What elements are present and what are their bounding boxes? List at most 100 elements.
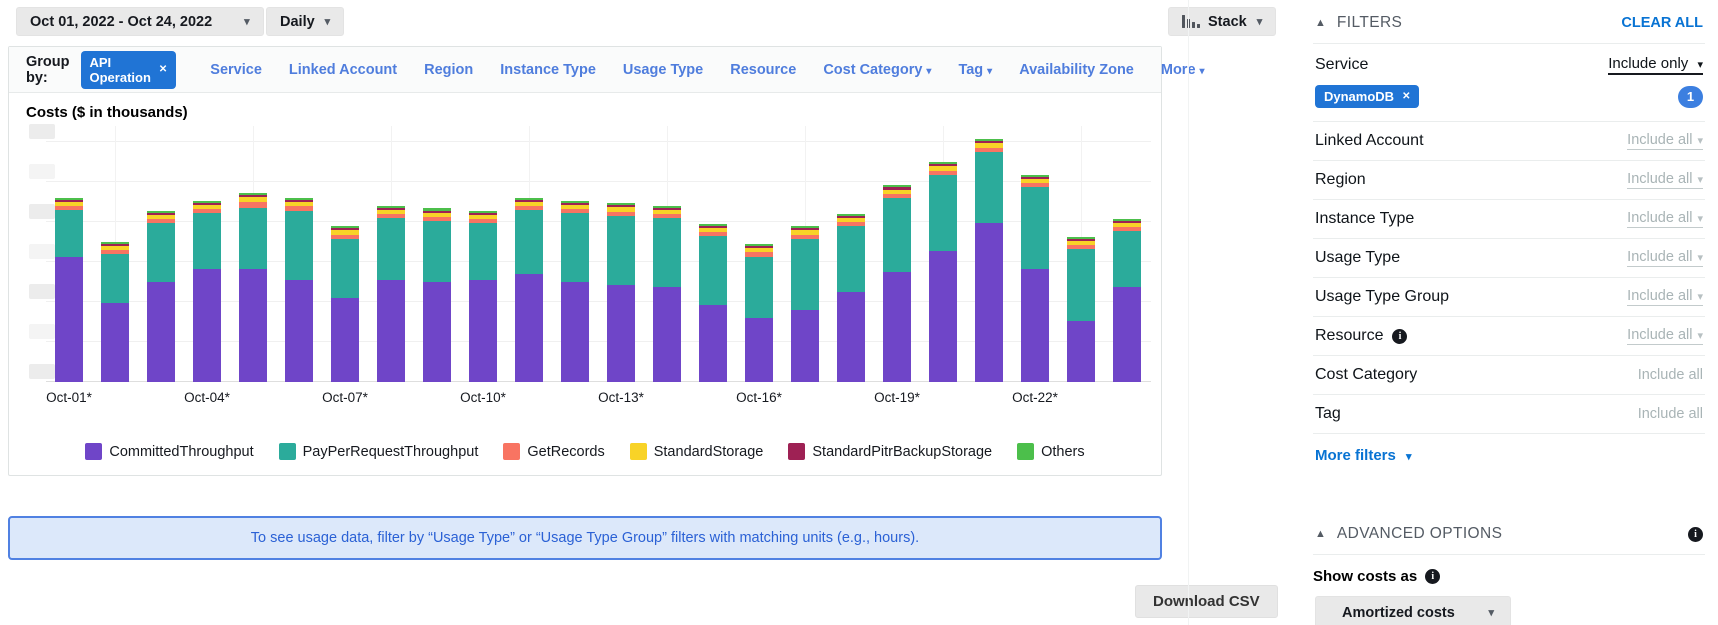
bar-oct-20[interactable] — [929, 162, 957, 382]
filter-row-instance-type: Instance TypeInclude all▾ — [1313, 200, 1705, 239]
bar-segment-payperrequestthroughput — [653, 218, 681, 287]
bar-segment-payperrequestthroughput — [147, 223, 175, 282]
granularity-button[interactable]: Daily ▾ — [266, 7, 344, 36]
legend-item-standardstorage[interactable]: StandardStorage — [630, 443, 764, 460]
bar-oct-24[interactable] — [1113, 219, 1141, 382]
groupby-links: Service Linked Account Region Instance Type… — [210, 62, 1204, 78]
show-costs-as-label-row: Show costs as — [1313, 568, 1705, 585]
filter-value-dropdown[interactable]: Include all▾ — [1627, 210, 1703, 228]
bar-oct-21[interactable] — [975, 139, 1003, 382]
bar-oct-03[interactable] — [147, 211, 175, 382]
bar-oct-06[interactable] — [285, 198, 313, 382]
bar-oct-10[interactable] — [469, 211, 497, 382]
more-filters-link[interactable]: More filters ▾ — [1313, 447, 1705, 464]
groupby-link-linked-account[interactable]: Linked Account — [289, 62, 397, 78]
bar-oct-23[interactable] — [1067, 237, 1095, 382]
bar-oct-08[interactable] — [377, 206, 405, 382]
y-axis-label-redacted — [29, 364, 55, 379]
filter-value-dropdown[interactable]: Include all▾ — [1627, 327, 1703, 345]
groupby-link-resource[interactable]: Resource — [730, 62, 796, 78]
groupby-link-usage-type[interactable]: Usage Type — [623, 62, 703, 78]
show-costs-as-value: Amortized costs — [1342, 605, 1455, 621]
groupby-label: Group by: — [26, 54, 70, 86]
filter-label: Linked Account — [1315, 132, 1424, 150]
bar-oct-18[interactable] — [837, 214, 865, 382]
service-include-mode-dropdown[interactable]: Include only ▾ — [1608, 55, 1703, 75]
filter-row-cost-category: Cost CategoryInclude all — [1313, 356, 1705, 395]
groupby-link-service[interactable]: Service — [210, 62, 262, 78]
show-costs-as-dropdown[interactable]: Amortized costs ▾ — [1315, 596, 1511, 625]
bar-oct-01[interactable] — [55, 198, 83, 382]
groupby-link-instance-type[interactable]: Instance Type — [500, 62, 596, 78]
bar-segment-committedthroughput — [239, 269, 267, 382]
chevron-down-icon: ▾ — [325, 15, 331, 28]
filter-label-text: Linked Account — [1315, 132, 1424, 150]
chevron-down-icon: ▾ — [1406, 451, 1412, 463]
banner-text: To see usage data, filter by “Usage Type… — [251, 530, 919, 546]
close-icon[interactable]: ✕ — [159, 64, 167, 75]
bar-segment-committedthroughput — [469, 280, 497, 382]
bar-segment-payperrequestthroughput — [515, 210, 543, 274]
filter-value-dropdown[interactable]: Include all▾ — [1627, 249, 1703, 267]
bar-oct-22[interactable] — [1021, 175, 1049, 382]
groupby-link-region[interactable]: Region — [424, 62, 473, 78]
bar-segment-committedthroughput — [331, 298, 359, 382]
bar-oct-14[interactable] — [653, 206, 681, 382]
legend-swatch — [1017, 443, 1034, 460]
legend-item-payperrequestthroughput[interactable]: PayPerRequestThroughput — [279, 443, 479, 460]
bar-segment-payperrequestthroughput — [745, 257, 773, 318]
bar-oct-09[interactable] — [423, 208, 451, 382]
bar-oct-16[interactable] — [745, 244, 773, 382]
legend-item-standardpitrbackupstorage[interactable]: StandardPitrBackupStorage — [788, 443, 992, 460]
legend-item-committedthroughput[interactable]: CommittedThroughput — [85, 443, 253, 460]
advanced-collapse-toggle[interactable]: ▲ ADVANCED OPTIONS — [1315, 525, 1502, 543]
filter-value-dropdown[interactable]: Include all▾ — [1627, 132, 1703, 150]
bar-oct-02[interactable] — [101, 242, 129, 382]
bar-oct-11[interactable] — [515, 198, 543, 382]
advanced-options-header: ▲ ADVANCED OPTIONS — [1313, 511, 1705, 555]
show-costs-as-label: Show costs as — [1313, 568, 1417, 585]
bar-segment-committedthroughput — [837, 292, 865, 382]
chevron-down-icon: ▾ — [1488, 606, 1494, 619]
bar-oct-12[interactable] — [561, 201, 589, 382]
bar-oct-04[interactable] — [193, 201, 221, 382]
legend-item-getrecords[interactable]: GetRecords — [503, 443, 604, 460]
groupby-link-cost-category[interactable]: Cost Category▾ — [823, 62, 931, 78]
service-filter-chip-dynamodb[interactable]: DynamoDB ✕ — [1315, 85, 1419, 108]
bar-segment-payperrequestthroughput — [55, 210, 83, 256]
legend-item-others[interactable]: Others — [1017, 443, 1085, 460]
bar-oct-07[interactable] — [331, 226, 359, 382]
info-icon[interactable] — [1688, 527, 1703, 542]
bar-segment-payperrequestthroughput — [699, 236, 727, 305]
y-axis-label-redacted — [29, 204, 55, 219]
groupby-link-availability-zone[interactable]: Availability Zone — [1019, 62, 1134, 78]
bar-segment-payperrequestthroughput — [883, 198, 911, 272]
filter-row-usage-type: Usage TypeInclude all▾ — [1313, 239, 1705, 278]
legend-swatch — [630, 443, 647, 460]
filter-row-linked-account: Linked Account Include all▾ — [1313, 122, 1705, 161]
download-csv-button[interactable]: Download CSV — [1135, 585, 1278, 618]
bar-oct-05[interactable] — [239, 193, 267, 382]
groupby-link-more[interactable]: More▾ — [1161, 62, 1205, 78]
chevron-down-icon: ▾ — [1697, 252, 1703, 264]
clear-all-link[interactable]: CLEAR ALL — [1621, 15, 1703, 31]
collapse-up-icon: ▲ — [1315, 528, 1326, 540]
bar-oct-15[interactable] — [699, 224, 727, 382]
close-icon[interactable]: ✕ — [1402, 91, 1410, 102]
chart-style-button[interactable]: Stack ▾ — [1168, 7, 1276, 36]
info-icon[interactable] — [1392, 329, 1407, 344]
date-range-button[interactable]: Oct 01, 2022 - Oct 24, 2022 ▾ — [16, 7, 264, 36]
bar-oct-13[interactable] — [607, 203, 635, 382]
legend-swatch — [85, 443, 102, 460]
bar-segment-committedthroughput — [745, 318, 773, 382]
bar-oct-19[interactable] — [883, 185, 911, 382]
filter-label-text: Cost Category — [1315, 366, 1417, 384]
info-icon[interactable] — [1425, 569, 1440, 584]
filter-value-dropdown[interactable]: Include all▾ — [1627, 288, 1703, 306]
groupby-link-tag[interactable]: Tag▾ — [958, 62, 992, 78]
filter-value-dropdown[interactable]: Include all▾ — [1627, 171, 1703, 189]
bar-segment-committedthroughput — [193, 269, 221, 382]
filters-collapse-toggle[interactable]: ▲ FILTERS — [1315, 14, 1402, 32]
groupby-chip-api-operation[interactable]: API Operation ✕ — [81, 51, 177, 89]
bar-oct-17[interactable] — [791, 226, 819, 382]
